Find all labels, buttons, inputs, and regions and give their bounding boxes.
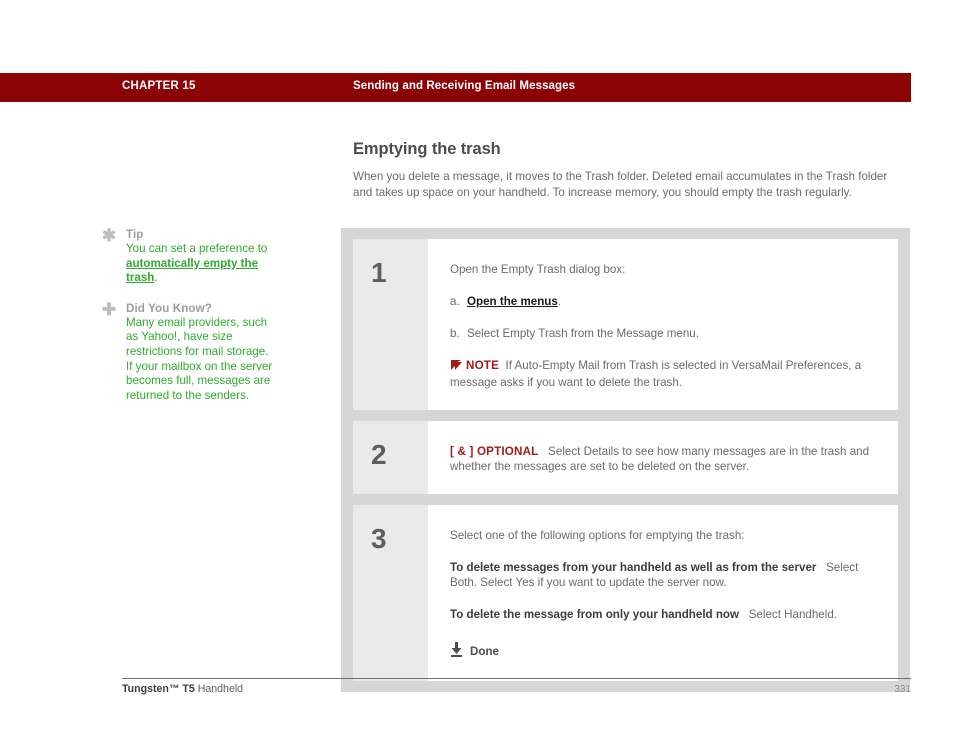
page-title: Emptying the trash [353, 140, 501, 158]
step2-optional-paragraph: [ & ] OPTIONAL Select Details to see how… [450, 444, 884, 474]
note-flag-icon [450, 359, 463, 375]
down-arrow-icon [450, 642, 463, 661]
sidebar-tip-text: You can set a preference to automaticall… [126, 242, 275, 286]
step1-lead: Open the Empty Trash dialog box: [450, 263, 626, 276]
step3-option-1-bold: To delete messages from your handheld as… [450, 561, 817, 574]
note-text: If Auto-Empty Mail from Trash is selecte… [450, 359, 862, 389]
step-number: 3 [353, 505, 428, 681]
note-label: NOTE [466, 359, 500, 372]
chapter-title: Sending and Receiving Email Messages [353, 80, 576, 92]
page-number: 331 [894, 684, 911, 695]
step3-option-2-bold: To delete the message from only your han… [450, 608, 740, 621]
step-number: 1 [353, 239, 428, 410]
step-content: Select one of the following options for … [428, 505, 898, 681]
chapter-label: CHAPTER 15 [122, 80, 196, 92]
sidebar-tip-text-before: You can set a preference to [126, 242, 268, 255]
done-block: Done [450, 642, 884, 661]
plus-icon: ✚ [101, 299, 117, 319]
step-row: 2 [ & ] OPTIONAL Select Details to see h… [353, 421, 898, 494]
sidebar-tip-link[interactable]: automatically empty the trash [126, 257, 258, 285]
step-row: 1 Open the Empty Trash dialog box: a. Op… [353, 239, 898, 410]
sidebar-block-did-you-know: ✚ Did You Know? Many email providers, su… [100, 299, 275, 404]
step3-option-2: To delete the message from only your han… [450, 607, 884, 622]
step1-sub-b-text: Select Empty Trash from the Message menu… [467, 327, 699, 340]
open-the-menus-link[interactable]: Open the menus [467, 295, 558, 308]
step-content: [ & ] OPTIONAL Select Details to see how… [428, 421, 898, 494]
note-block: NOTE If Auto-Empty Mail from Trash is se… [450, 358, 884, 390]
sidebar-tip-heading: Tip [126, 228, 144, 241]
asterisk-icon: ✱ [101, 226, 117, 245]
sidebar-block-tip: ✱ Tip You can set a preference to automa… [100, 226, 275, 286]
footer-product-suffix: Handheld [194, 683, 244, 695]
step-row: 3 Select one of the following options fo… [353, 505, 898, 681]
step1-sub-b-marker: b. [450, 327, 460, 340]
step-content: Open the Empty Trash dialog box: a. Open… [428, 239, 898, 410]
footer-product: Tungsten™ T5 Handheld [122, 683, 243, 695]
sidebar-tip-text-after: . [154, 271, 158, 285]
intro-paragraph: When you delete a message, it moves to t… [353, 170, 888, 199]
sidebar-dyk-heading: Did You Know? [126, 301, 212, 315]
sidebar-dyk-text: Many email providers, such as Yahoo!, ha… [126, 315, 273, 402]
step3-lead: Select one of the following options for … [450, 529, 745, 542]
footer-divider [122, 678, 911, 679]
step1-sub-a-text: Open the menus. [467, 294, 561, 309]
sidebar: ✱ Tip You can set a preference to automa… [100, 226, 275, 419]
optional-label: [ & ] OPTIONAL [450, 445, 539, 458]
step1-sub-a-after: . [557, 295, 562, 308]
step-number: 2 [353, 421, 428, 494]
step1-sub-a: a. Open the menus. [450, 294, 884, 309]
document-page: CHAPTER 15 Sending and Receiving Email M… [0, 0, 954, 738]
steps-container: 1 Open the Empty Trash dialog box: a. Op… [341, 228, 910, 692]
main-content-column: Emptying the trash When you delete a mes… [353, 140, 910, 200]
step3-option-2-rest: Select Handheld. [748, 608, 838, 621]
chapter-header-bar: CHAPTER 15 Sending and Receiving Email M… [0, 73, 911, 102]
step1-sub-b: b. Select Empty Trash from the Message m… [450, 326, 884, 341]
step1-sub-a-marker: a. [450, 295, 460, 308]
step3-option-1: To delete messages from your handheld as… [450, 560, 884, 590]
done-label: Done [470, 645, 499, 658]
footer-product-name: Tungsten™ T5 [122, 683, 195, 695]
